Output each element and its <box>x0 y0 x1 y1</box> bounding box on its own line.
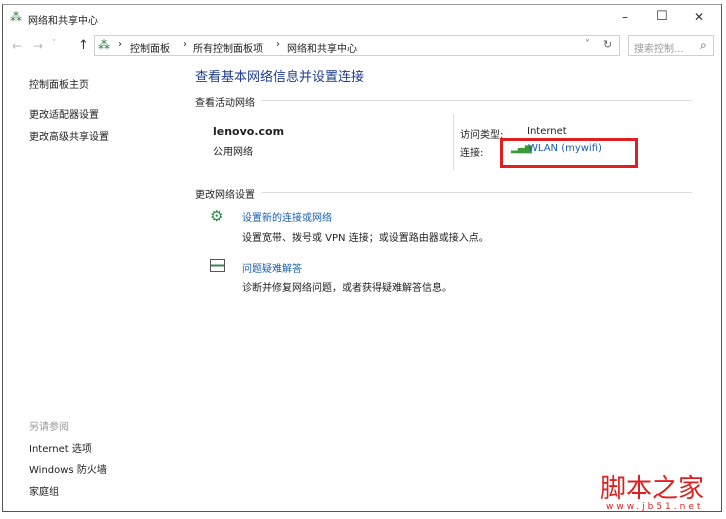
watermark-logo: 脚本之家 <box>600 474 705 504</box>
network-name: lenovo.com <box>213 125 285 138</box>
access-type-label: 访问类型: <box>460 130 504 141</box>
close-button[interactable]: ✕ <box>694 10 704 24</box>
network-type-link[interactable]: 公用网络 <box>213 143 253 158</box>
breadcrumb-sep: › <box>183 39 187 50</box>
up-button[interactable]: ↑ <box>78 38 89 53</box>
watermark-url: www.jb51.net <box>606 502 704 512</box>
search-icon[interactable]: ⌕ <box>700 38 707 53</box>
breadcrumb-control-panel[interactable]: 控制面板 <box>130 40 170 55</box>
vertical-divider <box>453 114 454 170</box>
window-title: 网络和共享中心 <box>28 16 98 27</box>
new-connection-icon: ⚙ <box>210 207 224 225</box>
see-also-internet-options[interactable]: Internet 选项 <box>29 440 92 455</box>
refresh-button[interactable]: ↻ <box>603 38 612 51</box>
troubleshoot-desc: 诊断并修复网络问题，或者获得疑难解答信息。 <box>242 283 452 294</box>
recent-pages-button[interactable]: ˅ <box>52 39 57 49</box>
search-input[interactable]: 搜索控制... <box>634 40 684 55</box>
see-also-homegroup[interactable]: 家庭组 <box>29 483 59 498</box>
see-also-firewall[interactable]: Windows 防火墙 <box>29 461 107 476</box>
sidebar-item-adapter-settings[interactable]: 更改适配器设置 <box>29 106 99 121</box>
troubleshoot-icon <box>210 259 225 272</box>
active-networks-heading: 查看活动网络 <box>195 98 255 109</box>
change-settings-heading: 更改网络设置 <box>195 190 255 201</box>
new-connection-desc: 设置宽带、拨号或 VPN 连接；或设置路由器或接入点。 <box>242 233 489 244</box>
divider <box>262 192 692 193</box>
sidebar-item-control-panel-home[interactable]: 控制面板主页 <box>29 76 89 91</box>
divider <box>262 100 692 101</box>
new-connection-link[interactable]: 设置新的连接或网络 <box>242 209 332 224</box>
see-also-label: 另请参阅 <box>29 422 69 433</box>
breadcrumb-sep: › <box>118 39 122 50</box>
network-app-icon: ⁂ <box>10 10 22 24</box>
breadcrumb-network-center[interactable]: 网络和共享中心 <box>287 40 357 55</box>
maximize-button[interactable]: ☐ <box>656 9 668 24</box>
wlan-connection-link[interactable]: WLAN (mywifi) <box>528 143 602 154</box>
access-type-value: Internet <box>527 126 567 137</box>
address-bar[interactable] <box>94 35 620 56</box>
network-location-icon: ⁂ <box>98 38 110 52</box>
back-button[interactable]: ← <box>12 39 22 53</box>
page-title: 查看基本网络信息并设置连接 <box>195 70 365 85</box>
troubleshoot-link[interactable]: 问题疑难解答 <box>242 260 302 275</box>
breadcrumb-sep: › <box>276 39 280 50</box>
forward-button[interactable]: → <box>33 39 43 53</box>
address-dropdown-button[interactable]: ˅ <box>585 39 590 50</box>
connection-label: 连接: <box>460 148 484 159</box>
sidebar-item-advanced-sharing[interactable]: 更改高级共享设置 <box>29 128 109 143</box>
breadcrumb-all-items[interactable]: 所有控制面板项 <box>193 40 263 55</box>
minimize-button[interactable]: – <box>622 10 628 24</box>
